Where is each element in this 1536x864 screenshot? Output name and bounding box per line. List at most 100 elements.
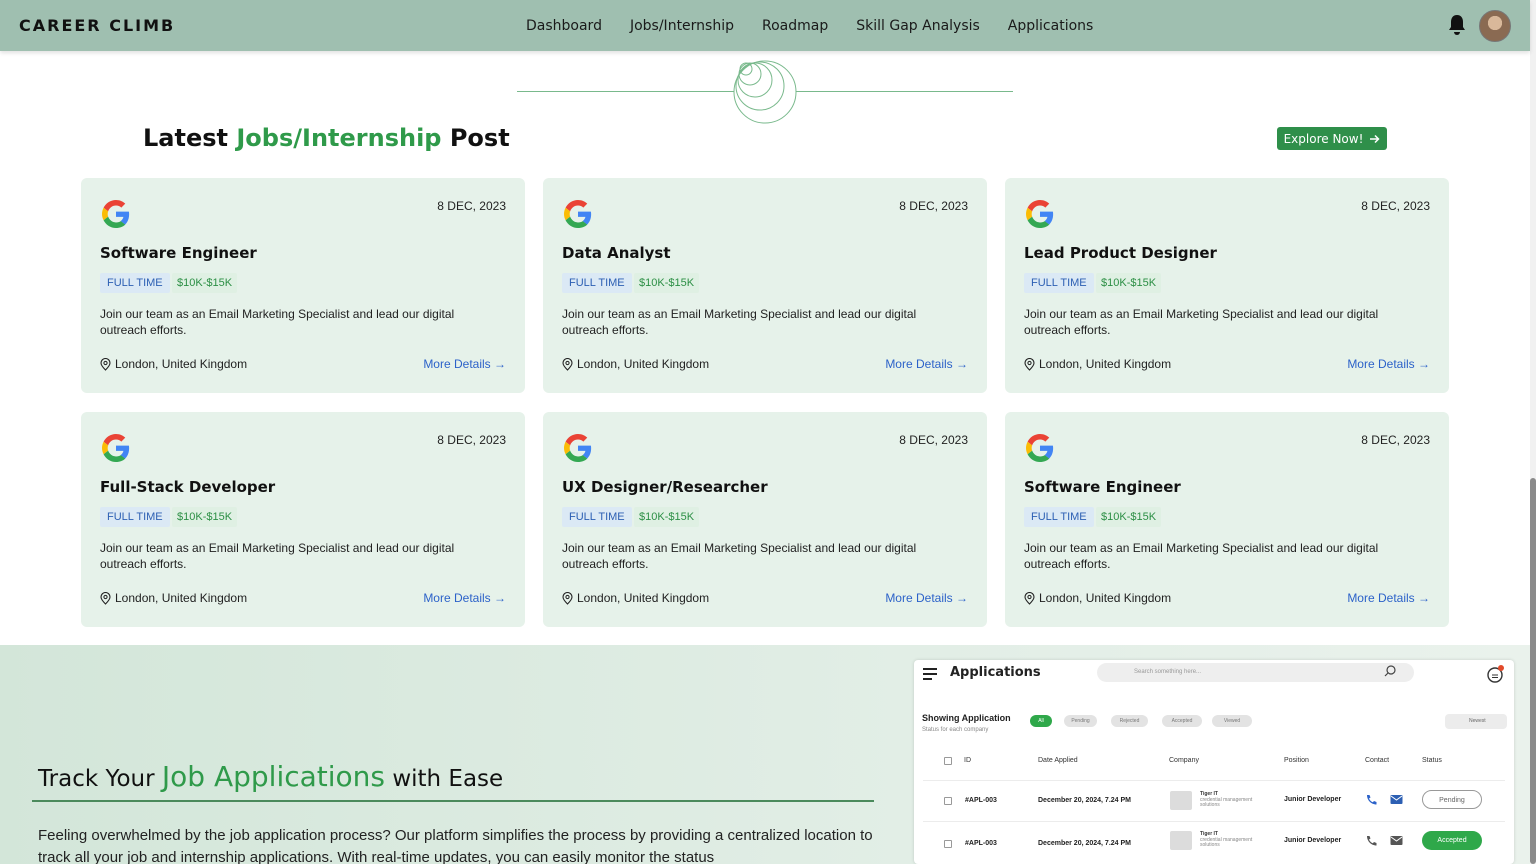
- cell-id: #APL-003: [965, 840, 997, 847]
- row-checkbox: [944, 797, 952, 805]
- salary-badge: $10K-$15K: [634, 273, 700, 293]
- job-location: London, United Kingdom: [100, 591, 247, 605]
- track-underline: [32, 800, 874, 802]
- google-logo-icon: [1026, 200, 1054, 228]
- th-position: Position: [1284, 757, 1309, 764]
- more-details-link[interactable]: More Details →: [1347, 357, 1430, 371]
- row-checkbox: [944, 840, 952, 848]
- nav-applications[interactable]: Applications: [1008, 18, 1094, 34]
- concentric-circles-decoration: [733, 60, 797, 124]
- nav-dashboard[interactable]: Dashboard: [526, 18, 602, 34]
- brand-logo[interactable]: CAREER CLIMB: [19, 16, 175, 35]
- job-description: Join our team as an Email Marketing Spec…: [562, 307, 917, 337]
- avatar[interactable]: [1479, 10, 1511, 42]
- job-type-badge: FULL TIME: [100, 507, 170, 527]
- explore-now-button[interactable]: Explore Now!: [1277, 127, 1387, 150]
- nav-roadmap[interactable]: Roadmap: [762, 18, 828, 34]
- chip-viewed: Viewed: [1212, 715, 1252, 727]
- location-text: London, United Kingdom: [115, 357, 248, 371]
- location-pin-icon: [100, 357, 111, 371]
- cell-position: Junior Developer: [1284, 796, 1342, 803]
- job-type-badge: FULL TIME: [100, 273, 170, 293]
- company-logo: [1170, 831, 1192, 850]
- job-type-badge: FULL TIME: [562, 273, 632, 293]
- company-sub: credential management solutions: [1200, 837, 1253, 848]
- th-date: Date Applied: [1038, 757, 1078, 764]
- phone-icon: [1367, 836, 1377, 846]
- location-text: London, United Kingdom: [577, 591, 710, 605]
- track-title-pre: Track Your: [38, 766, 162, 792]
- post-date: 8 DEC, 2023: [899, 199, 968, 213]
- chip-pending: Pending: [1064, 715, 1097, 727]
- location-text: London, United Kingdom: [1039, 357, 1172, 371]
- location-text: London, United Kingdom: [1039, 591, 1172, 605]
- google-logo-icon: [1026, 434, 1054, 462]
- mail-icon: [1390, 836, 1403, 845]
- location-pin-icon: [1024, 591, 1035, 605]
- job-type-badge: FULL TIME: [562, 507, 632, 527]
- location-text: London, United Kingdom: [577, 357, 710, 371]
- scrollbar-thumb[interactable]: [1530, 478, 1536, 864]
- location-pin-icon: [1024, 357, 1035, 371]
- arrow-right-icon: [1370, 134, 1380, 143]
- chip-rejected: Rejected: [1111, 715, 1148, 727]
- job-description: Join our team as an Email Marketing Spec…: [100, 541, 455, 571]
- company-logo: [1170, 791, 1192, 810]
- title-pre: Latest: [143, 124, 237, 152]
- job-title: Software Engineer: [1024, 478, 1181, 496]
- th-contact: Contact: [1365, 757, 1390, 764]
- header-checkbox: [944, 757, 952, 765]
- salary-badge: $10K-$15K: [1096, 507, 1162, 527]
- job-card[interactable]: 8 DEC, 2023 UX Designer/Researcher FULL …: [543, 412, 987, 627]
- post-date: 8 DEC, 2023: [437, 433, 506, 447]
- nav-skill-gap-analysis[interactable]: Skill Gap Analysis: [856, 18, 980, 34]
- search-icon: [1384, 665, 1396, 677]
- job-card[interactable]: 8 DEC, 2023 Full-Stack Developer FULL TI…: [81, 412, 525, 627]
- top-nav: CAREER CLIMB Dashboard Jobs/Internship R…: [0, 0, 1530, 51]
- job-card[interactable]: 8 DEC, 2023 Software Engineer FULL TIME …: [81, 178, 525, 393]
- bell-icon[interactable]: [1447, 14, 1467, 36]
- section-title: Latest Jobs/Internship Post: [143, 124, 510, 152]
- track-title: Track Your Job Applications with Ease: [38, 760, 503, 793]
- job-location: London, United Kingdom: [100, 357, 247, 371]
- job-type-badge: FULL TIME: [1024, 507, 1094, 527]
- row-divider: [923, 821, 1505, 822]
- more-details-link[interactable]: More Details →: [885, 357, 968, 371]
- title-accent: Jobs/Internship: [236, 124, 442, 152]
- location-pin-icon: [562, 357, 573, 371]
- job-title: Data Analyst: [562, 244, 671, 262]
- mock-sort-dropdown: Newest: [1445, 714, 1507, 729]
- company-sub: credential management solutions: [1200, 797, 1253, 808]
- chip-all: All: [1030, 715, 1052, 727]
- google-logo-icon: [102, 200, 130, 228]
- more-details-link[interactable]: More Details →: [885, 591, 968, 605]
- job-location: London, United Kingdom: [1024, 357, 1171, 371]
- job-location: London, United Kingdom: [1024, 591, 1171, 605]
- google-logo-icon: [564, 200, 592, 228]
- th-status: Status: [1422, 757, 1442, 764]
- th-id: ID: [964, 757, 971, 764]
- mail-icon: [1390, 795, 1403, 804]
- more-details-link[interactable]: More Details →: [423, 591, 506, 605]
- explore-label: Explore Now!: [1283, 131, 1364, 146]
- post-date: 8 DEC, 2023: [1361, 199, 1430, 213]
- status-badge: Pending: [1422, 790, 1482, 809]
- job-location: London, United Kingdom: [562, 357, 709, 371]
- post-date: 8 DEC, 2023: [899, 433, 968, 447]
- mock-search-input: Search something here...: [1097, 663, 1414, 682]
- applications-preview-image: Applications Search something here... Sh…: [914, 660, 1514, 864]
- more-details-link[interactable]: More Details →: [423, 357, 506, 371]
- job-card[interactable]: 8 DEC, 2023 Data Analyst FULL TIME $10K-…: [543, 178, 987, 393]
- salary-badge: $10K-$15K: [1096, 273, 1162, 293]
- status-badge: Accepted: [1422, 831, 1482, 850]
- row-divider: [923, 780, 1505, 781]
- location-pin-icon: [100, 591, 111, 605]
- job-card[interactable]: 8 DEC, 2023 Software Engineer FULL TIME …: [1005, 412, 1449, 627]
- mock-showing-label: Showing Application: [922, 713, 1011, 723]
- job-description: Join our team as an Email Marketing Spec…: [562, 541, 917, 571]
- salary-badge: $10K-$15K: [172, 273, 238, 293]
- google-logo-icon: [102, 434, 130, 462]
- more-details-link[interactable]: More Details →: [1347, 591, 1430, 605]
- job-card[interactable]: 8 DEC, 2023 Lead Product Designer FULL T…: [1005, 178, 1449, 393]
- nav-jobs-internship[interactable]: Jobs/Internship: [630, 18, 734, 34]
